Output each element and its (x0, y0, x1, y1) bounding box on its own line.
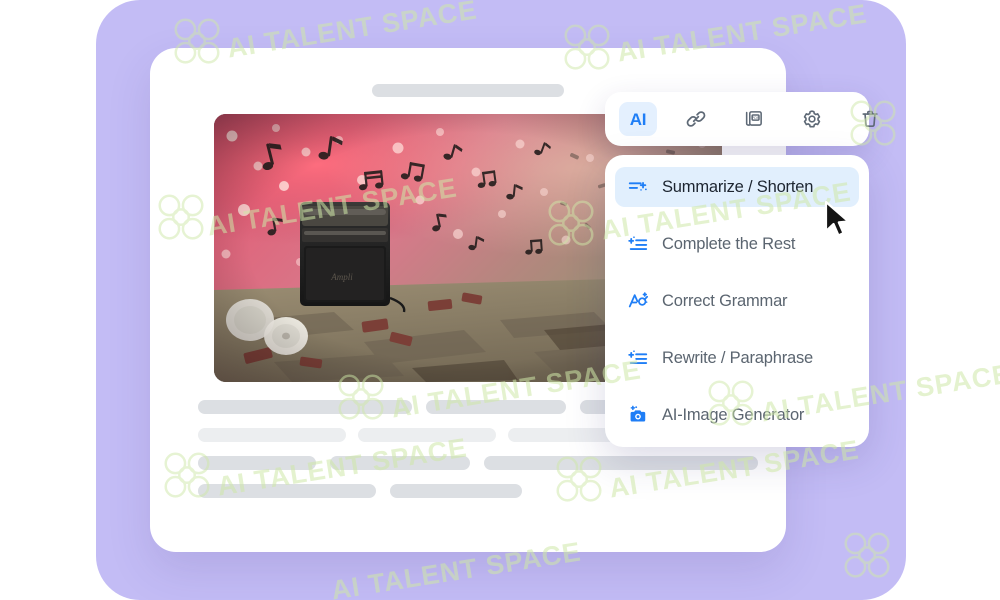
menu-item-summarize[interactable]: Summarize / Shorten (615, 167, 859, 207)
skeleton-bar (426, 400, 566, 414)
skeleton-bar (198, 428, 346, 442)
menu-item-ai-image[interactable]: AI-Image Generator (615, 395, 859, 435)
trash-icon (859, 108, 881, 130)
ai-actions-menu: Summarize / Shorten Complete the Rest Co… (605, 155, 869, 447)
skeleton-bar (484, 456, 758, 470)
svg-text:PDF: PDF (752, 116, 760, 120)
complete-lines-icon (627, 233, 649, 255)
menu-item-complete[interactable]: Complete the Rest (615, 224, 859, 264)
ai-camera-icon (627, 404, 649, 426)
menu-item-label: Complete the Rest (662, 234, 796, 253)
menu-item-label: Summarize / Shorten (662, 177, 814, 196)
skeleton-bar (330, 456, 470, 470)
toolbar-pdf-button[interactable]: PDF (735, 102, 773, 136)
toolbar-delete-button[interactable] (851, 102, 889, 136)
menu-item-label: Rewrite / Paraphrase (662, 348, 813, 367)
rewrite-lines-icon (627, 347, 649, 369)
pdf-document-icon: PDF (743, 108, 765, 130)
skeleton-bar (198, 400, 412, 414)
toolbar-ai-button[interactable]: AI (619, 102, 657, 136)
menu-item-grammar[interactable]: Correct Grammar (615, 281, 859, 321)
floating-toolbar: AI PDF (605, 92, 878, 146)
menu-item-label: AI-Image Generator (662, 405, 805, 424)
grammar-pen-icon (627, 290, 649, 312)
screenshot-root: Ampli (0, 0, 1000, 600)
gear-icon (801, 108, 823, 130)
toolbar-settings-button[interactable] (793, 102, 831, 136)
toolbar-link-button[interactable] (677, 102, 715, 136)
skeleton-bar (198, 484, 376, 498)
link-icon (685, 108, 707, 130)
menu-item-rewrite[interactable]: Rewrite / Paraphrase (615, 338, 859, 378)
menu-item-label: Correct Grammar (662, 291, 788, 310)
skeleton-bar (390, 484, 522, 498)
document-title-placeholder (372, 84, 564, 97)
summarize-lines-icon (627, 176, 649, 198)
ai-badge-icon: AI (629, 109, 647, 129)
skeleton-bar (198, 456, 316, 470)
skeleton-bar (358, 428, 496, 442)
